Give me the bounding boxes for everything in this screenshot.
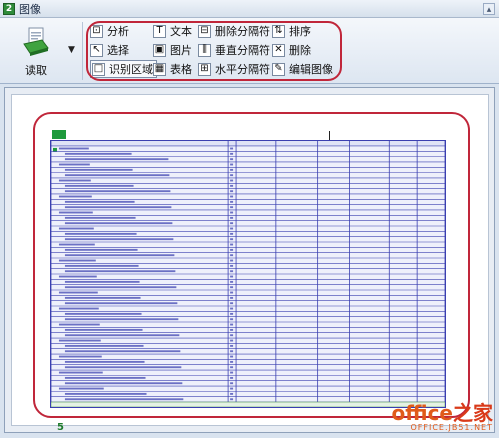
scanner-read-icon [23, 27, 49, 56]
collapse-ribbon-icon[interactable]: ▴ [483, 3, 495, 15]
watermark-brand: office [391, 401, 453, 425]
read-label: 读取 [25, 64, 47, 77]
window-title: 图像 [19, 2, 41, 16]
toolbar-highlight-annotation [86, 21, 342, 81]
read-dropdown-arrow-icon[interactable]: ▼ [68, 45, 75, 55]
watermark-logo: office之家 OFFICE.JB51.NET [392, 403, 493, 432]
title-bar: 2 图像 ▴ [0, 0, 499, 18]
ribbon: 读取 ▼ ⊡ 分析 T 文本 ⊟ 删除分隔符 ⇅ 排序 ↖ 选择 ▣ 图片 ⫼ 垂直分隔符 ✕ 删除 □ 识别区域… [0, 18, 499, 84]
window-badge: 2 [3, 2, 15, 15]
read-button[interactable]: 读取 [8, 24, 64, 80]
image-view-pane[interactable]: 5 [4, 87, 495, 433]
watermark-brand-zh: 之家 [453, 401, 493, 425]
document-page[interactable]: 5 [11, 94, 489, 433]
page-number: 5 [57, 422, 64, 433]
ribbon-separator [82, 22, 83, 80]
page-highlight-annotation [33, 112, 470, 418]
